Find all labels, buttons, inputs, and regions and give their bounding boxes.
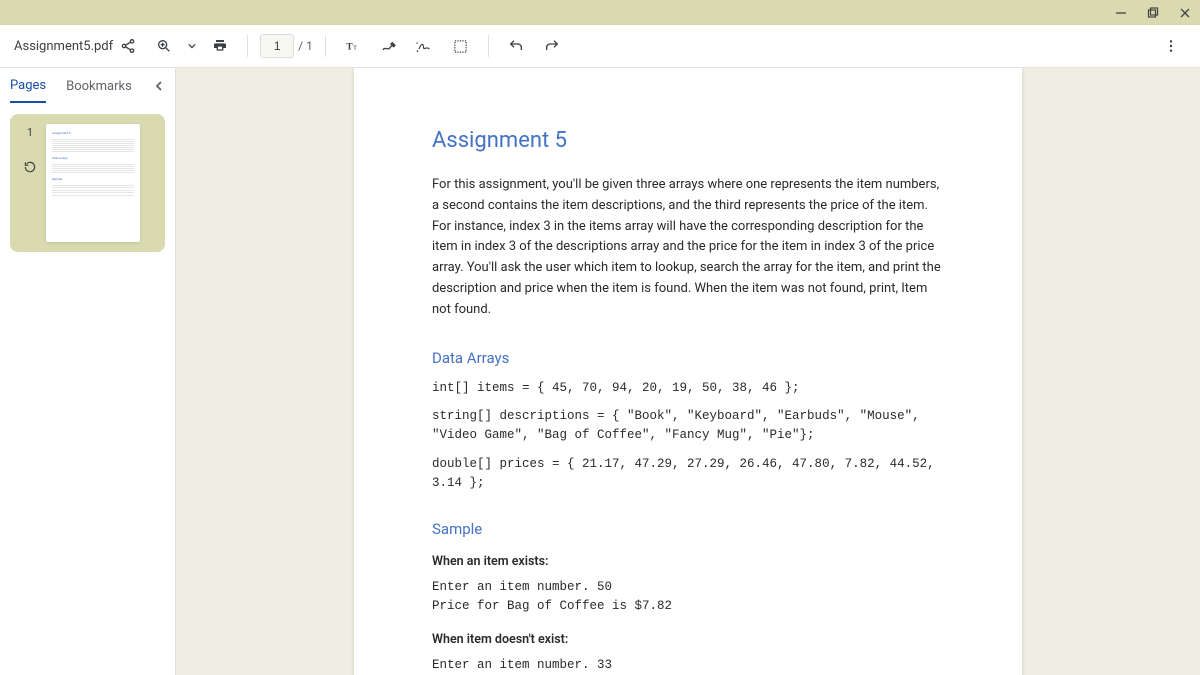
titlebar (0, 0, 1200, 25)
select-icon[interactable] (446, 31, 476, 61)
zoom-icon[interactable] (149, 31, 179, 61)
code-prices: double[] prices = { 21.17, 47.29, 27.29,… (432, 455, 944, 493)
heading-data-arrays: Data Arrays (432, 349, 944, 367)
share-icon[interactable] (113, 31, 143, 61)
sign-icon[interactable]: × (410, 31, 440, 61)
sample-notfound-label: When item doesn't exist: (432, 630, 944, 650)
thumbnail-container: 1 Assignment 5 Data Arrays Sample (10, 114, 165, 252)
doc-intro: For this assignment, you'll be given thr… (432, 175, 944, 321)
sidebar: Pages Bookmarks 1 Assignment 5 Data Arra… (0, 68, 176, 675)
doc-title: Assignment 5 (432, 128, 944, 153)
more-menu-icon[interactable] (1156, 31, 1186, 61)
print-icon[interactable] (205, 31, 235, 61)
redo-icon[interactable] (537, 31, 567, 61)
code-descriptions: string[] descriptions = { "Book", "Keybo… (432, 407, 944, 445)
page-thumbnail[interactable]: Assignment 5 Data Arrays Sample (46, 124, 140, 242)
svg-text:×: × (416, 41, 419, 47)
text-tool-icon[interactable]: TT (338, 31, 368, 61)
heading-sample: Sample (432, 520, 944, 538)
svg-text:T: T (346, 42, 353, 52)
divider (488, 35, 489, 57)
page-total-label: / 1 (298, 39, 313, 53)
page-number-input[interactable] (260, 34, 294, 58)
sample-exists-output: Enter an item number. 50 Price for Bag o… (432, 578, 944, 616)
draw-icon[interactable] (374, 31, 404, 61)
zoom-dropdown-icon[interactable] (185, 31, 199, 61)
maximize-button[interactable] (1144, 4, 1162, 22)
undo-icon[interactable] (501, 31, 531, 61)
page-indicator: / 1 (260, 34, 313, 58)
collapse-sidebar-icon[interactable] (153, 80, 165, 92)
document-filename: Assignment5.pdf (14, 39, 113, 54)
divider (247, 35, 248, 57)
thumbnail-page-number: 1 (27, 126, 33, 139)
sample-exists-label: When an item exists: (432, 552, 944, 572)
divider (325, 35, 326, 57)
close-button[interactable] (1176, 4, 1194, 22)
app-window: Assignment5.pdf / 1 TT × Pages (0, 0, 1200, 675)
document-viewer[interactable]: Assignment 5 For this assignment, you'll… (176, 68, 1200, 675)
toolbar: Assignment5.pdf / 1 TT × (0, 25, 1200, 68)
rotate-icon[interactable] (20, 157, 40, 177)
minimize-button[interactable] (1112, 4, 1130, 22)
sample-notfound-output: Enter an item number. 33 Item not found (432, 656, 944, 675)
tab-bookmarks[interactable]: Bookmarks (66, 71, 132, 102)
svg-text:T: T (353, 44, 357, 51)
page-content: Assignment 5 For this assignment, you'll… (354, 68, 1022, 675)
code-items: int[] items = { 45, 70, 94, 20, 19, 50, … (432, 379, 944, 398)
tab-pages[interactable]: Pages (10, 70, 46, 103)
